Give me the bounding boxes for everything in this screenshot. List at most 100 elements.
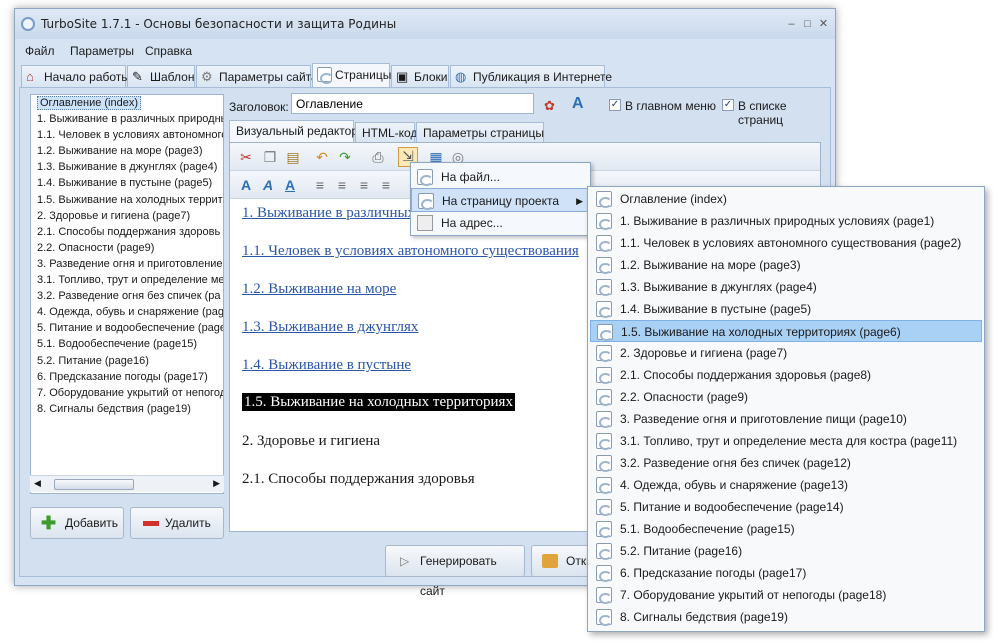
tab-visual-editor[interactable]: Визуальный редактор <box>229 120 358 142</box>
submenu-item[interactable]: 5.2. Питание (page16) <box>590 540 982 562</box>
tree-item[interactable]: 2.1. Способы поддержания здоровь <box>31 224 223 240</box>
title-bar: TurboSite 1.7.1 - Основы безопасности и … <box>15 9 835 39</box>
doc-text[interactable]: 2.1. Способы поддержания здоровья <box>242 471 475 488</box>
submenu-item[interactable]: 7. Оборудование укрытий от непогоды (pag… <box>590 584 982 606</box>
submenu-item[interactable]: 3. Разведение огня и приготовление пищи … <box>590 408 982 430</box>
submenu-item[interactable]: 6. Предсказание погоды (page17) <box>590 562 982 584</box>
minimize-button[interactable]: – <box>785 19 798 30</box>
tab-label: Публикация в Интернете <box>473 70 613 84</box>
doc-link[interactable]: 1.3. Выживание в джунглях <box>242 319 418 336</box>
page-list-checkbox[interactable]: ✓ В списке страниц <box>722 99 830 127</box>
tree-item[interactable]: Оглавление (index) <box>31 95 223 111</box>
main-menu-checkbox[interactable]: ✓ В главном меню <box>609 99 716 113</box>
page-icon <box>596 433 612 450</box>
tree-item[interactable]: 1.4. Выживание в пустыне (page5) <box>31 175 223 191</box>
tree-item[interactable]: 2. Здоровье и гигиена (page7) <box>31 208 223 224</box>
doc-selected-text[interactable]: 1.5. Выживание на холодных территориях <box>242 393 515 411</box>
submenu-item[interactable]: 2. Здоровье и гигиена (page7) <box>590 342 982 364</box>
align-justify-icon[interactable]: ≡ <box>378 177 394 193</box>
doc-link[interactable]: 1.1. Человек в условиях автономного суще… <box>242 243 579 260</box>
print-icon[interactable]: ⎙ <box>370 149 386 165</box>
doc-text[interactable]: 2. Здоровье и гигиена <box>242 433 380 450</box>
page-tree[interactable]: Оглавление (index) 1. Выживание в различ… <box>30 94 224 494</box>
tree-item[interactable]: 3. Разведение огня и приготовление <box>31 256 223 272</box>
doc-link[interactable]: 1.2. Выживание на море <box>242 281 396 298</box>
undo-icon[interactable]: ↶ <box>314 149 330 165</box>
tab-site-settings[interactable]: ⚙ Параметры сайта <box>196 65 318 87</box>
submenu-item[interactable]: 2.2. Опасности (page9) <box>590 386 982 408</box>
tab-pages[interactable]: Страницы <box>312 63 391 88</box>
bold-icon[interactable]: A <box>238 177 254 193</box>
submenu-item[interactable]: 4. Одежда, обувь и снаряжение (page13) <box>590 474 982 496</box>
submenu-item[interactable]: 1.1. Человек в условиях автономного суще… <box>590 232 982 254</box>
add-button[interactable]: ✚ Добавить <box>30 507 124 539</box>
doc-link[interactable]: 1. Выживание в различных <box>242 205 415 222</box>
tree-item[interactable]: 8. Сигналы бедствия (page19) <box>31 401 223 417</box>
copy-icon[interactable]: ❐ <box>262 149 278 165</box>
submenu-item[interactable]: 5.1. Водообеспечение (page15) <box>590 518 982 540</box>
paste-icon[interactable]: ▤ <box>285 149 301 165</box>
submenu-item[interactable]: 1. Выживание в различных природных услов… <box>590 210 982 232</box>
generate-site-button[interactable]: ▷ Генерировать сайт <box>385 545 525 598</box>
menu-item-to-project-page[interactable]: На страницу проекта ▶ <box>411 188 590 212</box>
align-left-icon[interactable]: ≡ <box>312 177 328 193</box>
tree-item[interactable]: 5.2. Питание (page16) <box>31 353 223 369</box>
italic-icon[interactable]: A <box>260 177 276 193</box>
menu-item-to-file[interactable]: На файл... <box>411 165 590 189</box>
font-icon[interactable]: A <box>572 95 584 113</box>
checkbox-main-menu[interactable]: ✓ <box>609 99 621 111</box>
submenu-item[interactable]: 1.3. Выживание в джунглях (page4) <box>590 276 982 298</box>
underline-icon[interactable]: A <box>282 177 298 193</box>
block-icon: ▣ <box>396 69 409 84</box>
header-input[interactable] <box>291 93 534 114</box>
cut-icon[interactable]: ✂ <box>238 149 254 165</box>
submenu-item[interactable]: 1.5. Выживание на холодных территориях (… <box>590 320 982 342</box>
tree-item[interactable]: 7. Оборудование укрытий от непогод <box>31 385 223 401</box>
tree-item[interactable]: 1.1. Человек в условиях автономного <box>31 127 223 143</box>
tree-item[interactable]: 2.2. Опасности (page9) <box>31 240 223 256</box>
tab-blocks[interactable]: ▣ Блоки <box>391 65 449 87</box>
submenu-item[interactable]: 8. Сигналы бедствия (page19) <box>590 606 982 628</box>
tree-item[interactable]: 1. Выживание в различных природных <box>31 111 223 127</box>
tree-item[interactable]: 5. Питание и водообеспечение (page <box>31 320 223 336</box>
maximize-button[interactable]: □ <box>801 19 814 30</box>
tree-item[interactable]: 3.1. Топливо, трут и определение ме <box>31 272 223 288</box>
submenu-item[interactable]: 2.1. Способы поддержания здоровья (page8… <box>590 364 982 386</box>
tab-start[interactable]: ⌂ Начало работы <box>21 65 130 87</box>
checkbox-page-list[interactable]: ✓ <box>722 99 734 111</box>
submenu-item[interactable]: 1.4. Выживание в пустыне (page5) <box>590 298 982 320</box>
tab-publish[interactable]: ◍ Публикация в Интернете <box>450 65 612 87</box>
open-button[interactable]: Откр <box>531 545 593 577</box>
menu-file[interactable]: Файл <box>25 44 55 58</box>
tree-item[interactable]: 5.1. Водообеспечение (page15) <box>31 336 223 352</box>
menu-item-to-address[interactable]: На адрес... <box>411 211 590 235</box>
menu-parameters[interactable]: Параметры <box>70 44 134 58</box>
submenu-item[interactable]: Оглавление (index) <box>590 188 982 210</box>
submenu-item[interactable]: 1.2. Выживание на море (page3) <box>590 254 982 276</box>
align-right-icon[interactable]: ≡ <box>356 177 372 193</box>
tree-item[interactable]: 3.2. Разведение огня без спичек (pa <box>31 288 223 304</box>
delete-button[interactable]: Удалить <box>130 507 224 539</box>
scroll-right-icon[interactable]: ▶ <box>213 478 220 489</box>
tree-item[interactable]: 1.2. Выживание на море (page3) <box>31 143 223 159</box>
colors-icon[interactable]: ✿ <box>544 98 555 114</box>
tab-html-code[interactable]: HTML-код <box>355 122 417 142</box>
menu-item-label: На файл... <box>441 170 500 184</box>
tab-template[interactable]: ✎ Шаблон <box>127 65 195 87</box>
submenu-item[interactable]: 5. Питание и водообеспечение (page14) <box>590 496 982 518</box>
submenu-item[interactable]: 3.1. Топливо, трут и определение места д… <box>590 430 982 452</box>
scroll-left-icon[interactable]: ◀ <box>34 478 41 489</box>
doc-link[interactable]: 1.4. Выживание в пустыне <box>242 357 411 374</box>
tree-item[interactable]: 6. Предсказание погоды (page17) <box>31 369 223 385</box>
align-center-icon[interactable]: ≡ <box>334 177 350 193</box>
menu-help[interactable]: Справка <box>145 44 192 58</box>
close-button[interactable]: ✕ <box>817 19 830 30</box>
tree-item[interactable]: 1.3. Выживание в джунглях (page4) <box>31 159 223 175</box>
tree-item[interactable]: 4. Одежда, обувь и снаряжение (pag <box>31 304 223 320</box>
tab-page-parameters[interactable]: Параметры страницы <box>416 122 544 142</box>
scroll-thumb[interactable] <box>54 479 134 490</box>
tree-item[interactable]: 1.5. Выживание на холодных террит <box>31 192 223 208</box>
redo-icon[interactable]: ↷ <box>337 149 353 165</box>
tree-scrollbar[interactable]: ◀ ▶ <box>30 475 224 492</box>
submenu-item[interactable]: 3.2. Разведение огня без спичек (page12) <box>590 452 982 474</box>
